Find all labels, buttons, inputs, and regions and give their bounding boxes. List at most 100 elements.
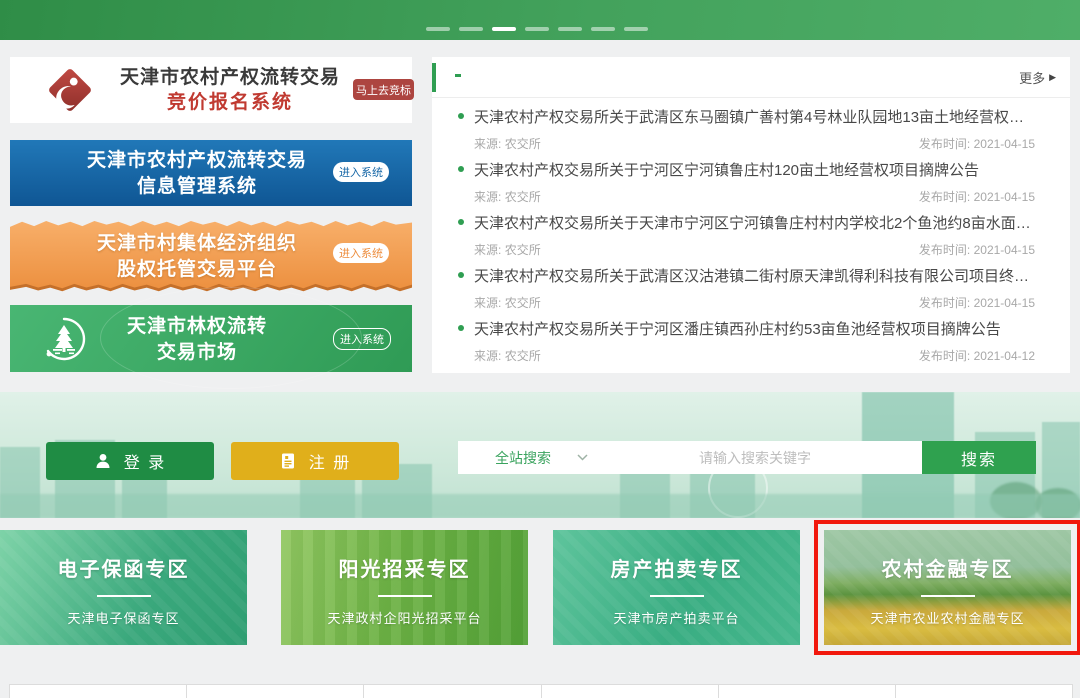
banner-title: 天津市村集体经济组织 股权托管交易平台: [10, 218, 384, 283]
login-button[interactable]: 登 录: [46, 442, 214, 480]
bullet-dot-icon: [458, 166, 464, 172]
system-banner[interactable]: 天津市林权流转 交易市场 进入系统: [10, 305, 412, 372]
source-label: 来源:: [474, 190, 501, 204]
announcement-title-row: 天津农村产权交易所关于武清区汉沽港镇二街村原天津凯得利科技有限公司项目终结公告: [458, 265, 1035, 285]
zone-divider: [97, 595, 151, 597]
announcements-panel: 更多 ▶ 天津农村产权交易所关于武清区东马圈镇广善村第4号林业队园地13亩土地经…: [432, 57, 1070, 373]
announcement-source: 来源: 农交所: [474, 294, 541, 310]
date-value: 2021-04-15: [974, 296, 1035, 310]
announcement-meta: 来源: 农交所 发布时间: 2021-04-15: [474, 241, 1035, 257]
page: 天津市农村产权流转交易 竞价报名系统 马上去竞标: [0, 0, 1080, 698]
hero-band: 登 录 注 册 全站搜索 搜索: [0, 392, 1080, 518]
announcement-item[interactable]: 天津农村产权交易所关于武清区东马圈镇广善村第4号林业队园地13亩土地经营权等4个…: [458, 106, 1035, 151]
announcement-title[interactable]: 天津农村产权交易所关于宁河区宁河镇鲁庄村120亩土地经营权项目摘牌公告: [474, 159, 979, 180]
carousel-dash[interactable]: [624, 27, 648, 31]
zone-divider: [650, 595, 704, 597]
announcement-meta: 来源: 农交所 发布时间: 2021-04-12: [474, 347, 1035, 363]
date-value: 2021-04-15: [974, 190, 1035, 204]
announcement-source: 来源: 农交所: [474, 241, 541, 257]
zone-title: 农村金融专区: [824, 553, 1071, 582]
carousel-dash[interactable]: [525, 27, 549, 31]
enter-system-button[interactable]: 进入系统: [333, 243, 389, 263]
carousel-dash[interactable]: [492, 27, 516, 31]
zone-card-row: 阳光招采专区 天津政村企阳光招采平台 房产拍卖专区 天津市房产拍卖平台 农村金融…: [0, 530, 1080, 645]
chevron-down-icon[interactable]: [577, 454, 588, 461]
system-banner[interactable]: 天津市村集体经济组织 股权托管交易平台 进入系统: [10, 218, 412, 292]
table-cell: [718, 684, 896, 698]
carousel-dash[interactable]: [426, 27, 450, 31]
bidding-system-card[interactable]: 天津市农村产权流转交易 竞价报名系统 马上去竞标: [10, 57, 412, 123]
announcement-title-row: 天津农村产权交易所关于宁河区潘庄镇西孙庄村约53亩鱼池经营权项目摘牌公告: [458, 318, 1035, 338]
banner-title: 天津市林权流转 交易市场: [10, 305, 384, 366]
carousel-dash[interactable]: [459, 27, 483, 31]
announcement-source: 来源: 农交所: [474, 135, 541, 151]
enter-system-button[interactable]: 进入系统: [333, 162, 389, 182]
banner-title-line1: 天津市农村产权流转交易: [10, 148, 384, 174]
announcement-title[interactable]: 天津农村产权交易所关于天津市宁河区宁河镇鲁庄村村内学校北2个鱼池约8亩水面经营.…: [474, 212, 1035, 233]
time-label: 发布时间:: [919, 137, 970, 151]
go-bid-button[interactable]: 马上去竞标: [353, 79, 414, 100]
zone-card[interactable]: 房产拍卖专区 天津市房产拍卖平台: [553, 530, 800, 645]
zone-subtitle: 天津电子保函专区: [0, 608, 247, 627]
user-icon: [94, 452, 112, 470]
banner-title-line1: 天津市村集体经济组织: [10, 231, 384, 257]
zone-subtitle: 天津政村企阳光招采平台: [281, 608, 528, 627]
date-value: 2021-04-15: [974, 243, 1035, 257]
bullet-dot-icon: [458, 325, 464, 331]
search-bar: 全站搜索 搜索: [458, 441, 1036, 474]
zone-card[interactable]: 电子保函专区 天津电子保函专区: [0, 530, 247, 645]
zone-card[interactable]: 农村金融专区 天津市农业农村金融专区: [824, 530, 1071, 645]
date-value: 2021-04-15: [974, 137, 1035, 151]
red-diamond-swirl-logo-icon: [42, 62, 98, 118]
search-button[interactable]: 搜索: [922, 441, 1036, 474]
announcement-item[interactable]: 天津农村产权交易所关于武清区汉沽港镇二街村原天津凯得利科技有限公司项目终结公告 …: [458, 265, 1035, 310]
banner-title-line2: 交易市场: [10, 340, 384, 366]
announcement-item[interactable]: 天津农村产权交易所关于宁河区潘庄镇西孙庄村约53亩鱼池经营权项目摘牌公告 来源:…: [458, 318, 1035, 363]
bullet-dot-icon: [458, 272, 464, 278]
table-cell: [9, 684, 187, 698]
bottom-table-row: [10, 684, 1073, 698]
announcement-item[interactable]: 天津农村产权交易所关于天津市宁河区宁河镇鲁庄村村内学校北2个鱼池约8亩水面经营.…: [458, 212, 1035, 257]
table-cell: [541, 684, 719, 698]
announcement-date: 发布时间: 2021-04-15: [919, 294, 1035, 310]
system-banner-list: 天津市农村产权流转交易 信息管理系统 进入系统: [10, 140, 412, 372]
top-carousel-bar: [0, 0, 1080, 40]
zone-card[interactable]: 阳光招采专区 天津政村企阳光招采平台: [281, 530, 528, 645]
announcement-title[interactable]: 天津农村产权交易所关于宁河区潘庄镇西孙庄村约53亩鱼池经营权项目摘牌公告: [474, 318, 1001, 339]
announcement-title[interactable]: 天津农村产权交易所关于武清区汉沽港镇二街村原天津凯得利科技有限公司项目终结公告: [474, 265, 1035, 286]
more-link[interactable]: 更多 ▶: [1019, 68, 1056, 87]
announcement-title[interactable]: 天津农村产权交易所关于武清区东马圈镇广善村第4号林业队园地13亩土地经营权等4个…: [474, 106, 1035, 127]
banner-title-line2: 股权托管交易平台: [10, 257, 384, 283]
time-label: 发布时间:: [919, 190, 970, 204]
source-value: 农交所: [505, 190, 541, 204]
id-card-icon: [279, 452, 297, 470]
search-box: 全站搜索: [458, 441, 922, 474]
announcement-source: 来源: 农交所: [474, 188, 541, 204]
register-button[interactable]: 注 册: [231, 442, 399, 480]
banner-title-line2: 信息管理系统: [10, 174, 384, 200]
time-label: 发布时间:: [919, 296, 970, 310]
enter-system-button[interactable]: 进入系统: [333, 328, 391, 350]
announcement-meta: 来源: 农交所 发布时间: 2021-04-15: [474, 294, 1035, 310]
bidding-title-line2: 竞价报名系统: [108, 90, 352, 115]
announcement-date: 发布时间: 2021-04-15: [919, 135, 1035, 151]
search-category-select[interactable]: 全站搜索: [495, 448, 551, 468]
source-value: 农交所: [505, 296, 541, 310]
more-arrow-icon: ▶: [1049, 72, 1056, 83]
source-value: 农交所: [505, 243, 541, 257]
source-label: 来源:: [474, 137, 501, 151]
source-label: 来源:: [474, 349, 501, 363]
zone-subtitle: 天津市房产拍卖平台: [553, 608, 800, 627]
source-value: 农交所: [505, 137, 541, 151]
banner-title: 天津市农村产权流转交易 信息管理系统: [10, 140, 384, 200]
search-input[interactable]: [588, 449, 922, 467]
carousel-dash[interactable]: [591, 27, 615, 31]
carousel-dash[interactable]: [558, 27, 582, 31]
announcement-title-row: 天津农村产权交易所关于武清区东马圈镇广善村第4号林业队园地13亩土地经营权等4个…: [458, 106, 1035, 126]
announcement-meta: 来源: 农交所 发布时间: 2021-04-15: [474, 135, 1035, 151]
announcement-item[interactable]: 天津农村产权交易所关于宁河区宁河镇鲁庄村120亩土地经营权项目摘牌公告 来源: …: [458, 159, 1035, 204]
city-base: [0, 494, 1080, 518]
table-cell: [363, 684, 541, 698]
system-banner[interactable]: 天津市农村产权流转交易 信息管理系统 进入系统: [10, 140, 412, 206]
table-cell: [186, 684, 364, 698]
